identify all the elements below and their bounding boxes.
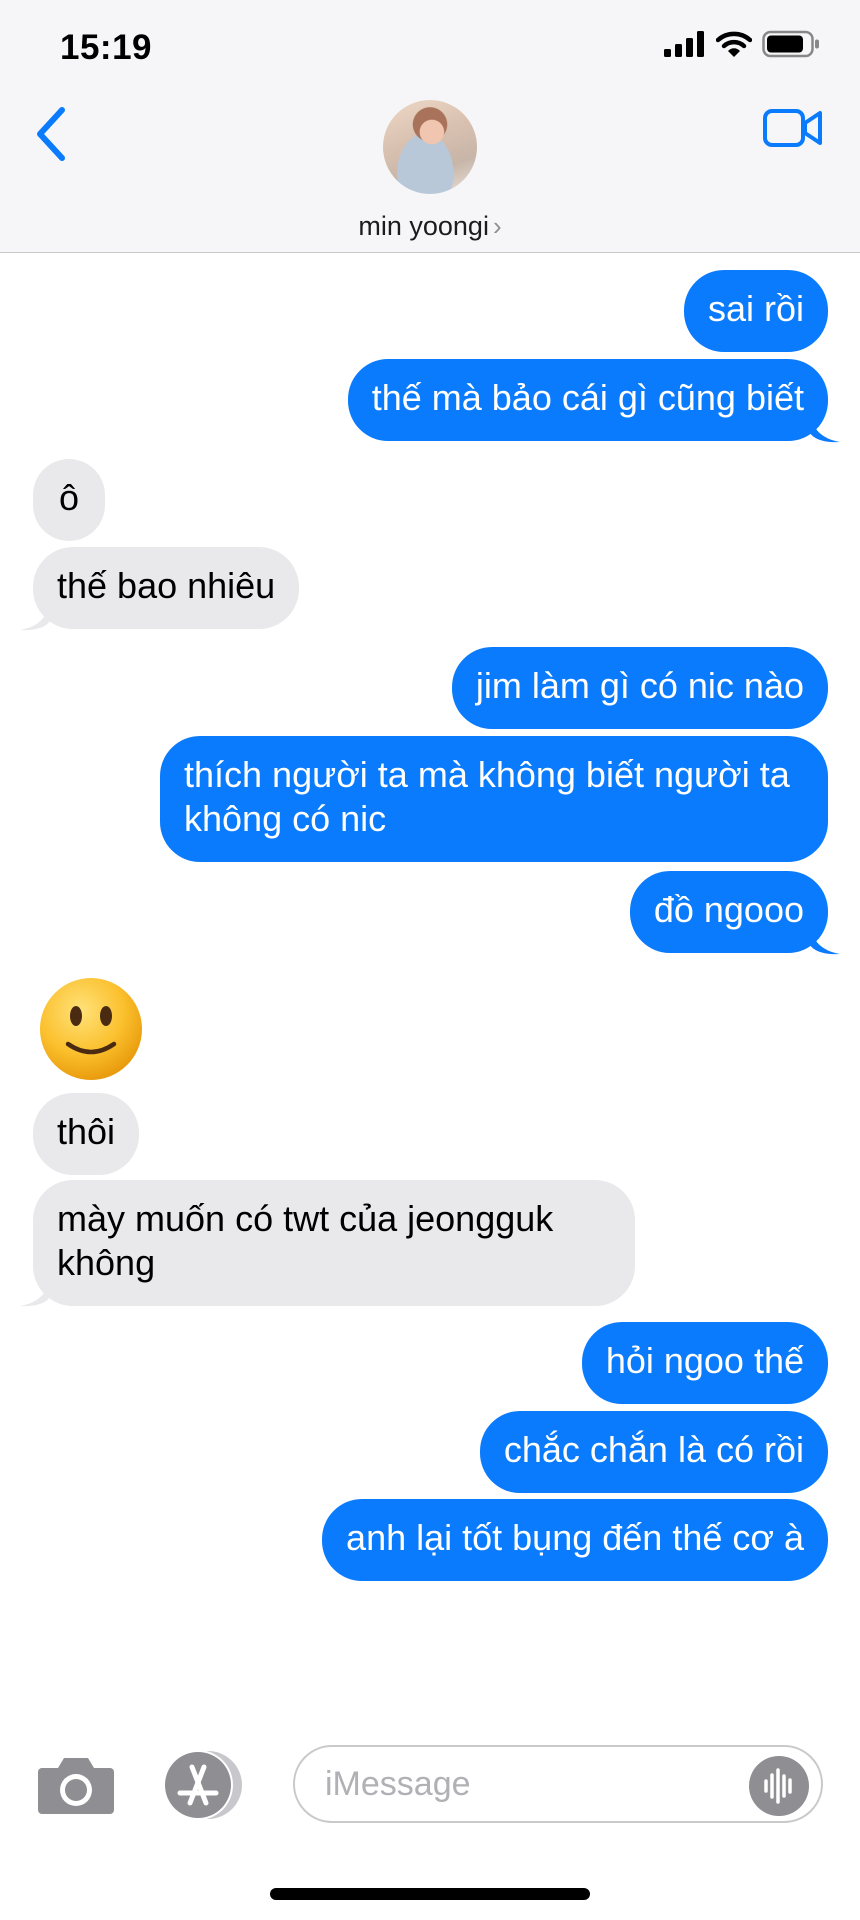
contact-avatar[interactable] (383, 100, 477, 194)
outgoing-message[interactable]: chắc chắn là có rồi (479, 1411, 828, 1493)
app-store-icon (163, 1750, 242, 1820)
outgoing-message[interactable]: hỏi ngoo thế (581, 1322, 828, 1404)
outgoing-message[interactable]: jim làm gì có nic nào (451, 647, 828, 729)
incoming-message[interactable]: mày muốn có twt của jeongguk không (33, 1180, 635, 1306)
signal-icon (664, 31, 704, 57)
video-call-button[interactable] (762, 106, 824, 150)
imessage-input[interactable] (293, 1745, 823, 1823)
back-button[interactable] (32, 102, 82, 166)
home-indicator[interactable] (270, 1888, 590, 1900)
outgoing-message[interactable]: sai rồi (683, 270, 828, 352)
bubble-tail-outgoing (810, 925, 840, 955)
battery-icon (762, 30, 819, 58)
outgoing-message[interactable]: thế mà bảo cái gì cũng biết (347, 359, 828, 441)
incoming-message[interactable]: thôi (33, 1093, 140, 1175)
contact-name: min yoongi (358, 211, 489, 241)
video-camera-icon (763, 109, 822, 147)
outgoing-message[interactable]: anh lại tốt bụng đến thế cơ à (322, 1499, 828, 1581)
bubble-tail-outgoing (810, 413, 840, 443)
camera-button[interactable] (36, 1754, 116, 1816)
status-bar: 15:19 (0, 0, 860, 100)
audio-waveform-icon (764, 1768, 792, 1804)
outgoing-message[interactable]: đồ ngooo (629, 871, 828, 953)
chevron-right-icon: › (492, 211, 502, 241)
app-store-button[interactable] (160, 1749, 246, 1821)
incoming-message[interactable]: ô (33, 459, 106, 541)
back-chevron-icon (37, 107, 65, 161)
status-icons (664, 30, 820, 58)
contact-name-button[interactable]: min yoongi › (0, 211, 860, 242)
camera-icon (38, 1758, 114, 1814)
incoming-message[interactable]: thế bao nhiêu (33, 547, 300, 629)
audio-message-button[interactable] (749, 1756, 809, 1816)
bubble-tail-incoming (20, 601, 50, 631)
wifi-icon (716, 31, 752, 57)
bubble-tail-incoming (20, 1277, 50, 1307)
outgoing-message[interactable]: thích người ta mà không biết người ta kh… (160, 736, 828, 862)
status-time: 15:19 (60, 28, 153, 67)
slightly-smiling-face-icon[interactable] (38, 976, 144, 1082)
